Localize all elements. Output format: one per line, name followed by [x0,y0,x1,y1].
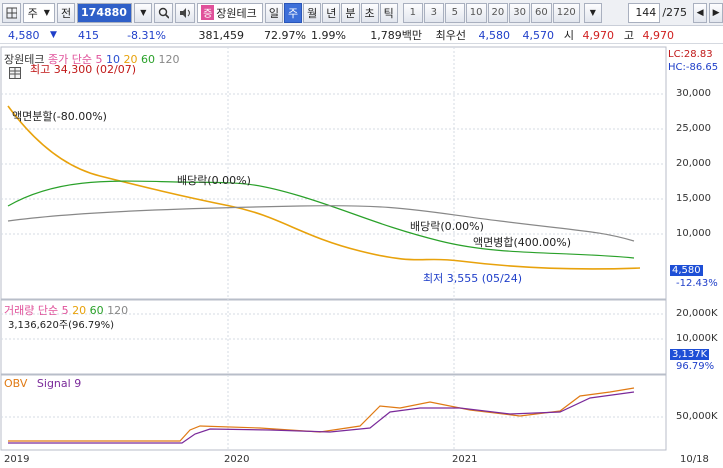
scroll-left-button[interactable]: ◀ [693,2,708,23]
quote-open: 4,970 [582,28,615,42]
quote-amount: 1,789백만 [370,29,422,42]
search-icon [159,7,169,19]
obv-signal-label: Signal 9 [36,377,82,390]
chevron-down-icon: ▼ [140,8,147,17]
chart-area[interactable]: 장원테크 종가 단순 5 10 20 60 120 최고 34,300 (02/… [0,46,723,468]
grid-icon[interactable] [2,2,21,23]
current-price-pct: -12.43% [676,278,718,289]
chevron-down-icon: ▼ [589,8,596,17]
chart-canvas[interactable] [0,46,723,468]
quote-turnover: 1.99% [311,28,346,42]
obv-y-tick: 50,000K [676,411,718,422]
quote-open-label: 시 [563,29,574,42]
period-tab[interactable]: 초 [360,2,379,23]
low-note: 최저 3,555 (05/24) [423,272,523,285]
margin-badge: 증 [201,5,215,20]
quote-status: 최우선 [435,29,466,42]
quote-change-pct: -8.31% [127,28,166,42]
period-tab[interactable]: 주 [284,2,303,23]
period-tab[interactable]: 분 [341,2,360,23]
ma-120-label: 120 [158,53,180,66]
count-total: /275 [662,6,688,19]
all-button-label: 전 [60,6,72,20]
interval-button[interactable]: 5 [444,2,465,23]
code-dropdown-button[interactable]: ▼ [134,2,153,23]
quote-volume: 381,459 [198,28,245,42]
volume-y-tick: 20,000K [676,308,718,319]
all-button[interactable]: 전 [57,2,76,23]
sound-button[interactable] [174,2,196,23]
period-tabs: 일주월년분초틱 [264,2,398,23]
quote-bar: 4,580 ▼ 415 -8.31% 381,459 72.97% 1.99% … [0,27,723,44]
count-field[interactable]: 144 [627,2,661,23]
interval-button[interactable]: 10 [465,2,487,23]
interval-button[interactable]: 30 [509,2,530,23]
quote-price: 4,580 [8,28,40,42]
grid-glyph [6,7,17,18]
stock-code-input[interactable]: 174880 [77,2,133,23]
x-axis-label-2021: 2021 [452,454,478,465]
interval-button[interactable]: 20 [487,2,509,23]
annotation-merge: 액면병합(400.00%) [473,236,572,249]
quote-ask: 4,570 [522,28,555,42]
chart-settings-icon[interactable] [9,67,21,79]
market-select-label: 주 [27,6,38,20]
current-price-box: 4,580 [670,265,703,276]
chevron-down-icon: ▼ [43,8,50,17]
obv-title: OBV [4,377,28,390]
quote-bid: 4,580 [478,28,511,42]
period-tab[interactable]: 틱 [379,2,398,23]
interval-buttons: 1 3 5 10 20 30 60 120 [402,2,580,23]
x-axis-label-2020: 2020 [224,454,250,465]
market-select[interactable]: 주 ▼ [22,2,56,23]
volume-y-tick: 10,000K [676,333,718,344]
price-y-tick: 20,000 [676,158,711,169]
price-y-tick: 10,000 [676,228,711,239]
price-y-tick: 15,000 [676,193,711,204]
obv-pane-frame [0,374,667,451]
toolbar: 주 ▼ 전 174880 ▼ 증 장원테크 일주월년분초틱 1 3 5 10 20 30 6… [0,0,723,26]
interval-button[interactable]: 1 [402,2,423,23]
obv-pane-header: OBV Signal 9 [4,377,81,390]
price-y-tick: 30,000 [676,88,711,99]
table-glyph [10,68,20,78]
annotation-dividend-2: 배당락(0.00%) [410,220,484,233]
period-tab[interactable]: 일 [264,2,284,23]
quote-high: 4,970 [642,28,675,42]
annotation-dividend-1: 배당락(0.00%) [177,174,251,187]
stock-name-field[interactable]: 증 장원테크 [197,2,263,23]
quote-change: 415 [78,28,99,42]
search-button[interactable] [154,2,173,23]
count-value: 144 [635,6,657,19]
obv-line [8,387,635,442]
stock-code-value: 174880 [81,6,127,19]
hc-label: HC:-86.65 [668,62,719,73]
lc-label: LC:28.83 [668,49,713,60]
period-tab[interactable]: 년 [322,2,341,23]
quote-vol-ratio: 72.97% [264,28,306,42]
down-arrow-icon: ▼ [50,30,57,40]
price-pane-frame [0,46,667,300]
volume-max-note: 3,136,620주(96.79%) [8,320,115,331]
x-axis-label-2019: 2019 [4,454,30,465]
dropdown-button[interactable]: ▼ [583,2,602,23]
chevron-left-icon: ◀ [696,7,704,18]
price-y-tick: 25,000 [676,123,711,134]
interval-button[interactable]: 60 [530,2,552,23]
ma-60-label: 60 [140,53,155,66]
annotation-split: 액면분할(-80.00%) [12,110,107,123]
stock-name-value: 장원테크 [216,6,257,20]
interval-button[interactable]: 3 [423,2,444,23]
quote-high-label: 고 [623,29,634,42]
high-note: 최고 34,300 (02/07) [30,63,137,76]
current-volume-pct: 96.79% [676,361,715,372]
scroll-right-button[interactable]: ▶ [709,2,723,23]
period-tab[interactable]: 월 [303,2,322,23]
current-volume-box: 3,137K [670,349,710,360]
interval-button[interactable]: 120 [552,2,580,23]
x-axis-label-date: 10/18 [680,454,709,465]
chevron-right-icon: ▶ [712,7,720,18]
speaker-icon [179,7,190,18]
